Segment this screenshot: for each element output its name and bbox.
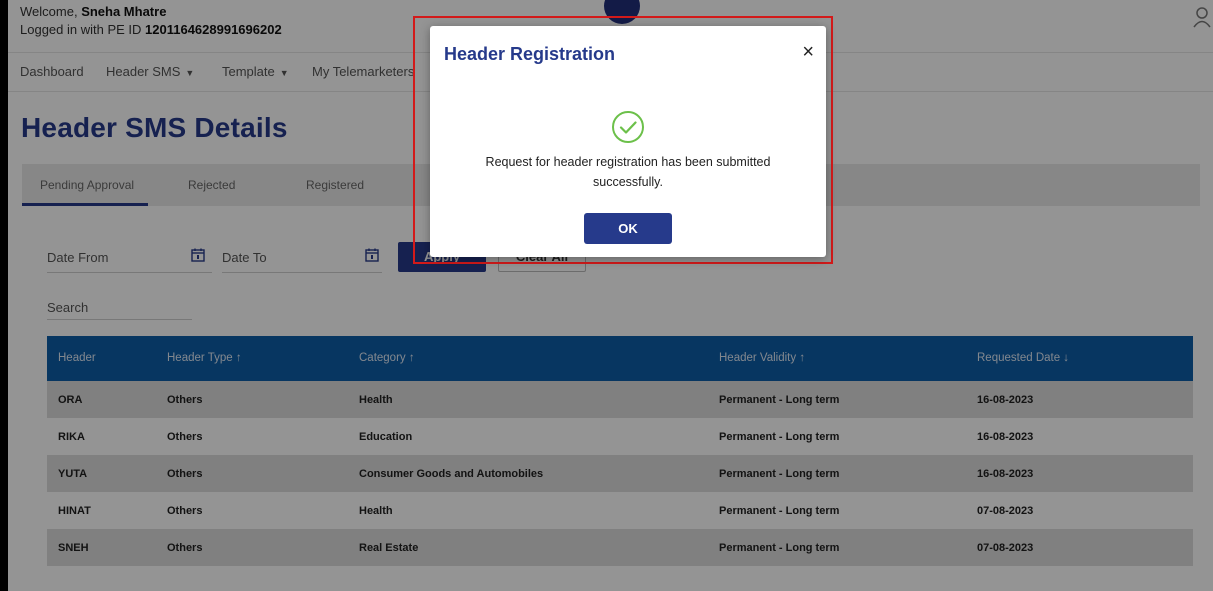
close-icon[interactable]: ×	[802, 42, 814, 62]
page: Welcome, Sneha Mhatre Logged in with PE …	[8, 0, 1213, 591]
dialog-message: Request for header registration has been…	[485, 155, 771, 189]
success-check-icon	[612, 111, 644, 143]
header-registration-dialog: Header Registration × Request for header…	[430, 26, 826, 257]
dialog-title: Header Registration	[444, 44, 616, 64]
ok-button[interactable]: OK	[584, 213, 672, 244]
